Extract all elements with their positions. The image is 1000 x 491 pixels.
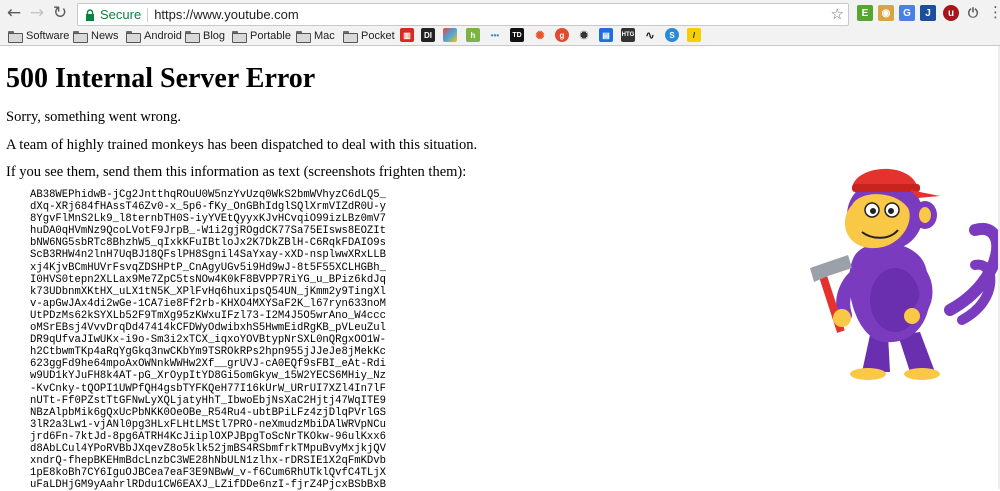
debug-info-line: w9UD1kYJuFH8k4AT-pG_XrOypItYD8Gi5omGkyw_… [30, 370, 387, 383]
folder-icon [232, 30, 247, 43]
reload-button[interactable]: ↻ [49, 2, 71, 24]
debug-info-line: huDA0qHVmNz9QcoLVotF9JrpB_-W1i2gjROgdCK7… [30, 225, 387, 238]
bookmark-flame-icon[interactable]: ✺ [533, 28, 547, 42]
debug-info-line: 1pE8koBh7CY6IguOJBCea7eaF3E9NBwW_v-f6Cum… [30, 467, 387, 480]
monkey-illustration [810, 168, 1000, 380]
url-text[interactable]: https://www.youtube.com [154, 7, 299, 22]
browser-toolbar: ← → ↻ Secure https://www.youtube.com ☆ E… [0, 0, 1000, 27]
bookmark-folder-blog[interactable]: Blog [185, 29, 225, 43]
debug-info-line: xndrQ-fhepBKEHmBdcLnzbC3WE28hNbULN1zlhx-… [30, 455, 387, 468]
secure-label: Secure [100, 7, 142, 22]
debug-info-line: dXq-XRj684fHAssT46Zv0-x_5p6-fKy_OnGBhIdg… [30, 201, 387, 214]
debug-info-line: ScB3RHW4n2lnH7UqBJ18QFslPH8Sgnil4SaYxay-… [30, 249, 387, 262]
debug-info-line: k73UDbnmXKtHX_uLX1tN5K_XPlFvHq6huxipsQ54… [30, 285, 387, 298]
debug-info-line: NBzAlpbMik6gQxUcPbNKK0OeOBe_R54Ru4-ubtBP… [30, 406, 387, 419]
extension-evernote-icon[interactable]: E [857, 5, 873, 21]
bookmark-di-icon[interactable]: DI [421, 28, 435, 42]
folder-icon [185, 30, 200, 43]
extension-dog-icon[interactable]: ◉ [878, 5, 894, 21]
back-button[interactable]: ← [3, 2, 25, 24]
debug-info-line: uFaLDHjGM9yAahrlRDdu1CW6EAXJ_LZifDDe6nzI… [30, 479, 387, 491]
bookmark-colorful-icon[interactable] [443, 28, 457, 42]
debug-info-block[interactable]: AB38WEPhidwB-jCg2JntthqROuU0W5nzYvUzq0Wk… [30, 189, 386, 491]
debug-info-line: h2CtbwmTKp4aRqYgGkq3nwCKbYm9TSROkRPs2hpn… [30, 346, 387, 359]
bookmark-label: Software [26, 30, 70, 42]
lock-icon [84, 8, 96, 22]
debug-info-line: 8YgvFlMnS2Lk9_l8ternbTH0S-iyYVEtQyyxKJvH… [30, 213, 387, 226]
folder-icon [8, 30, 23, 43]
browser-menu-icon[interactable]: ⋮ [988, 3, 1000, 21]
bookmark-folder-software[interactable]: Software [8, 29, 69, 43]
bookmark-folder-pocket[interactable]: Pocket [343, 29, 395, 43]
bookmark-label: Blog [203, 30, 226, 42]
bookmark-star-icon[interactable]: ☆ [831, 4, 844, 25]
bookmark-folder-news[interactable]: News [73, 29, 119, 43]
folder-icon [343, 30, 358, 43]
debug-info-line: d8AbLCul4YPoRVBbJXqevZ8o5klk52jmBS4RSbmf… [30, 442, 387, 455]
bookmark-htg-icon[interactable]: HTG [621, 28, 635, 42]
forward-button[interactable]: → [26, 2, 48, 24]
bookmark-label: Pocket [361, 30, 395, 42]
bookmark-dots-icon[interactable]: ••• [488, 28, 502, 42]
address-bar[interactable]: Secure https://www.youtube.com ☆ [77, 3, 849, 26]
folder-icon [126, 30, 141, 43]
bookmark-wave-icon[interactable]: ∿ [643, 28, 657, 42]
bookmark-folder-portable[interactable]: Portable [232, 29, 291, 43]
bookmark-chart-icon[interactable]: ▤ [599, 28, 613, 42]
debug-info-line: bNW6NG5sbRTc8BhzhW5_qIxkKFuIBtloJx2K7DkZ… [30, 237, 387, 250]
error-message-monkeys: A team of highly trained monkeys has bee… [6, 137, 478, 153]
debug-info-line: DR9qUfvaJIwUKx-i9o-Sm3i2xTCX_iqxoYOVBtyp… [30, 334, 387, 347]
extension-j-icon[interactable]: J [920, 5, 936, 21]
bookmark-label: Android [144, 30, 182, 42]
bookmark-s-icon[interactable]: S [665, 28, 679, 42]
bookmark-folder-android[interactable]: Android [126, 29, 182, 43]
debug-info-line: UtPDzMs62kSYXLb52F9TmXg95zKWxuIFzl73-I2M… [30, 309, 387, 322]
debug-info-line: xj4KjvBCmHUVrFsvqZDSHPtP_CnAgyUGv5i9Hd9w… [30, 261, 387, 274]
debug-info-line: AB38WEPhidwB-jCg2JntthqROuU0W5nzYvUzq0Wk… [30, 189, 387, 201]
bookmark-label: Portable [250, 30, 291, 42]
omnibox-divider [147, 7, 149, 22]
debug-info-line: nUTt-Ff0PZstTtGFNwLyXQLjatyHhT_IbwoEbjNs… [30, 394, 387, 407]
bookmark-red-square-icon[interactable]: ▥ [400, 28, 414, 42]
error-title: 500 Internal Server Error [6, 63, 316, 94]
bookmark-red-circle-icon[interactable]: g [555, 28, 569, 42]
debug-info-line: -KvCnky-tQOPI1UWPfQH4gsbTYFKQeH77I16kUrW… [30, 382, 387, 395]
extension-ublock-icon[interactable]: u [943, 5, 959, 21]
extension-power-icon[interactable]: ⏻ [965, 5, 981, 21]
debug-info-line: v-apGwJAx4di2wGe-1CA7ie8Ff2rb-KHXO4MXYSa… [30, 297, 387, 310]
extension-translate-icon[interactable]: G [899, 5, 915, 21]
bookmarks-bar: Software News Android Blog Portable Mac … [0, 27, 1000, 46]
bookmark-td-icon[interactable]: TD [510, 28, 524, 42]
folder-icon [296, 30, 311, 43]
bookmark-label: Mac [314, 30, 335, 42]
debug-info-line: I0HVS0tepn2XLLax9Me7ZpC5tsNOw4K0kF8BVPP7… [30, 273, 387, 286]
bookmark-label: News [91, 30, 119, 42]
debug-info-line: 623ggFd9he64mpoAxOWNnkWWHw2Xf__grUVJ-cA0… [30, 358, 387, 371]
folder-icon [73, 30, 88, 43]
page-content: 500 Internal Server Error Sorry, somethi… [0, 46, 1000, 491]
debug-info-line: oMSrEBsj4VvvDrqDd47414kCFDWyOdwibxhS5Hwm… [30, 322, 387, 335]
error-message-instructions: If you see them, send them this informat… [6, 164, 467, 180]
debug-info-line: jrd6Fn-7ktJd-8pg6ATRH4KcJiiplOXPJBpgToSc… [30, 430, 387, 443]
bookmark-lifehacker-icon[interactable]: h [466, 28, 480, 42]
bookmark-bug-icon[interactable]: ✹ [577, 28, 591, 42]
bookmark-yellow-icon[interactable]: / [687, 28, 701, 42]
debug-info-line: 3lR2a3Lw1-vjANl0pg3HLxFLHtLMStl7PRO-neXm… [30, 418, 387, 431]
error-message-sorry: Sorry, something went wrong. [6, 109, 182, 125]
bookmark-folder-mac[interactable]: Mac [296, 29, 335, 43]
